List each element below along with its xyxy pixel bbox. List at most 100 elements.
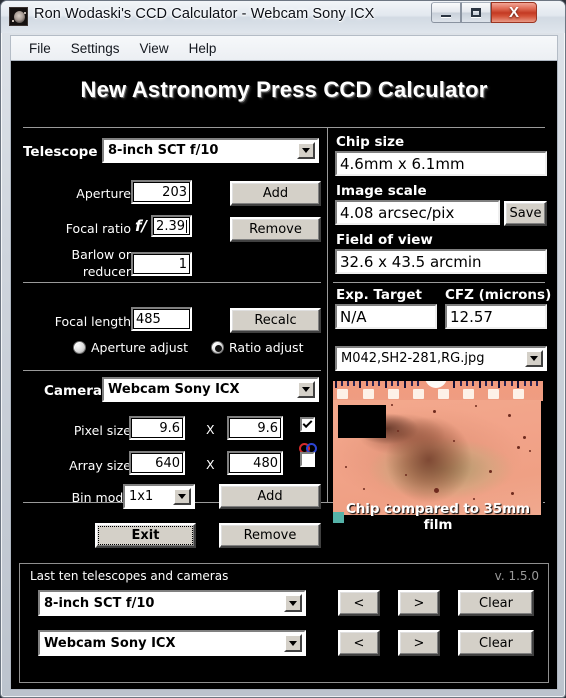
aperture-adjust-radio[interactable] (73, 341, 86, 354)
divider-column (327, 127, 328, 502)
focal-ratio-input[interactable]: 2.39 (151, 215, 192, 237)
close-button[interactable]: X (491, 2, 537, 23)
exit-button[interactable]: Exit (95, 523, 196, 548)
telescope-select-value: 8-inch SCT f/10 (108, 143, 219, 158)
recalc-button[interactable]: Recalc (230, 308, 321, 333)
maximize-icon (471, 8, 481, 17)
camera-add-label: Add (257, 489, 283, 504)
title-bar[interactable]: Ron Wodaski's CCD Calculator - Webcam So… (1, 1, 565, 33)
telescope-history-prev-button[interactable]: < (338, 590, 380, 616)
camera-select-value: Webcam Sony ICX (108, 382, 240, 397)
film-strip (333, 381, 543, 401)
camera-history-value: Webcam Sony ICX (44, 635, 176, 651)
pixel-size-lock-checkbox[interactable] (300, 417, 315, 432)
telescope-add-button[interactable]: Add (230, 181, 321, 206)
exit-label: Exit (131, 528, 160, 543)
chip-size-value: 4.6mm x 6.1mm (335, 151, 547, 176)
close-icon: X (508, 4, 519, 21)
barlow-label-line1: Barlow or (71, 247, 131, 262)
telescope-history-next-button[interactable]: > (398, 590, 440, 616)
chip-outline-rectangle (338, 405, 386, 438)
camera-history-prev-label: < (353, 635, 365, 651)
chip-size-label: Chip size (336, 134, 405, 150)
telescope-history-value: 8-inch SCT f/10 (44, 595, 155, 611)
maximize-button[interactable] (461, 2, 491, 23)
telescope-add-label: Add (262, 186, 289, 201)
focal-length-input[interactable]: 485 (131, 307, 192, 331)
camera-history-select[interactable]: Webcam Sony ICX (38, 630, 306, 656)
aperture-input[interactable]: 203 (131, 180, 192, 204)
field-of-view-value: 32.6 x 43.5 arcmin (335, 249, 547, 274)
nebula-icon (9, 7, 28, 26)
camera-history-next-button[interactable]: > (398, 630, 440, 656)
chevron-down-icon[interactable] (284, 594, 302, 612)
image-file-value: M042,SH2-281,RG.jpg (341, 351, 485, 366)
telescope-remove-button[interactable]: Remove (230, 217, 321, 242)
chevron-down-icon[interactable] (525, 350, 543, 367)
pixel-size-multiply-symbol: X (206, 422, 215, 437)
cfz-value: 12.57 (445, 304, 547, 329)
save-label: Save (509, 206, 542, 221)
camera-remove-button[interactable]: Remove (219, 523, 321, 548)
focal-length-value: 485 (136, 311, 161, 327)
aperture-label: Aperture (76, 186, 131, 201)
telescope-history-clear-button[interactable]: Clear (458, 590, 534, 616)
camera-history-clear-label: Clear (479, 635, 513, 651)
focal-ratio-prefix: f/ (135, 217, 148, 235)
divider-camera (23, 370, 321, 371)
focal-ratio-label: Focal ratio (65, 221, 131, 236)
bin-mode-value: 1x1 (129, 489, 154, 504)
image-scale-text: 4.08 arcsec/pix (340, 203, 455, 222)
save-button[interactable]: Save (504, 201, 547, 226)
bin-mode-select[interactable]: 1x1 (123, 484, 195, 509)
exp-target-value: N/A (335, 304, 437, 329)
divider-focal (23, 282, 321, 283)
chip-preview-image[interactable]: Chip compared to 35mm film (333, 381, 543, 534)
pixel-size-x-value: 9.6 (159, 420, 180, 436)
field-of-view-label: Field of view (336, 232, 433, 248)
chevron-down-icon[interactable] (297, 381, 315, 398)
history-panel: Last ten telescopes and cameras v. 1.5.0… (19, 563, 549, 683)
barlow-input[interactable]: 1 (131, 252, 192, 276)
array-size-x-input[interactable]: 640 (129, 451, 185, 475)
check-icon (302, 418, 313, 429)
telescope-select[interactable]: 8-inch SCT f/10 (102, 138, 319, 163)
camera-history-next-label: > (413, 635, 425, 651)
history-label: Last ten telescopes and cameras (30, 569, 229, 583)
minimize-button[interactable] (431, 2, 461, 23)
telescope-section-label: Telescope (23, 144, 98, 160)
array-size-y-value: 480 (253, 455, 278, 471)
chevron-down-icon[interactable] (297, 142, 315, 159)
array-size-y-input[interactable]: 480 (227, 451, 283, 475)
cfz-label: CFZ (microns) (445, 287, 552, 303)
pixel-size-y-input[interactable]: 9.6 (227, 416, 283, 440)
array-size-lock-checkbox[interactable] (300, 452, 315, 467)
ratio-adjust-radio[interactable] (211, 341, 224, 354)
camera-history-prev-button[interactable]: < (338, 630, 380, 656)
camera-section-label: Camera (44, 383, 103, 399)
pixel-size-label: Pixel size (73, 423, 131, 438)
chevron-down-icon[interactable] (284, 634, 302, 652)
focal-ratio-value: 2.39 (156, 218, 185, 234)
menu-item-view[interactable]: View (131, 39, 178, 58)
camera-select[interactable]: Webcam Sony ICX (102, 377, 319, 402)
camera-history-clear-button[interactable]: Clear (458, 630, 534, 656)
telescope-history-select[interactable]: 8-inch SCT f/10 (38, 590, 306, 616)
version-label: v. 1.5.0 (494, 569, 539, 583)
image-file-select[interactable]: M042,SH2-281,RG.jpg (335, 346, 547, 371)
menu-item-file[interactable]: File (20, 39, 60, 58)
pixel-size-y-value: 9.6 (257, 420, 278, 436)
chevron-down-icon[interactable] (173, 488, 191, 505)
menu-item-settings[interactable]: Settings (62, 39, 129, 58)
aperture-adjust-label: Aperture adjust (91, 340, 189, 355)
application-window: Ron Wodaski's CCD Calculator - Webcam So… (0, 0, 566, 698)
pixel-size-x-input[interactable]: 9.6 (129, 416, 185, 440)
menu-item-help[interactable]: Help (180, 39, 226, 58)
telescope-history-clear-label: Clear (479, 595, 513, 611)
telescope-history-prev-label: < (353, 595, 365, 611)
exp-target-text: N/A (340, 307, 367, 326)
camera-add-button[interactable]: Add (219, 484, 321, 509)
minimize-icon (441, 14, 451, 17)
image-scale-value: 4.08 arcsec/pix (335, 200, 500, 225)
divider-top (23, 127, 545, 128)
